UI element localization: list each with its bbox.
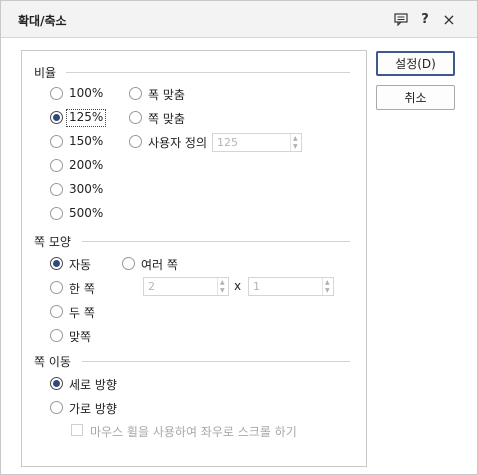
options-panel: 비율 100% 125% 150% 200% 300% 500% 폭 맞춤 쪽 … — [21, 50, 367, 467]
title-bar: 확대/축소 ? × — [1, 1, 477, 38]
ratio-300-radio[interactable] — [50, 183, 63, 196]
page-move-separator — [82, 361, 350, 362]
ratio-125-radio[interactable] — [50, 111, 63, 124]
page-columns-spinner[interactable]: 2 ▲ ▼ — [143, 277, 229, 296]
ratio-100-radio[interactable] — [50, 87, 63, 100]
page-shape-separator — [82, 241, 350, 242]
page-multi-radio[interactable] — [122, 257, 135, 270]
zoom-dialog: 확대/축소 ? × 비율 100% 125% 150% 200% 300% 50… — [0, 0, 478, 475]
custom-ratio-spinner[interactable]: 125 ▲ ▼ — [212, 133, 302, 152]
custom-ratio-value: 125 — [217, 136, 238, 149]
ratio-heading: 비율 — [34, 66, 57, 80]
ratio-500-label: 500% — [69, 206, 104, 220]
page-single-label: 한 쪽 — [69, 282, 95, 296]
ratio-200-radio[interactable] — [50, 159, 63, 172]
ratio-separator — [66, 72, 350, 73]
page-facing-label: 맞쪽 — [69, 330, 92, 344]
ratio-125-label: 125% — [69, 110, 104, 124]
page-multi-label: 여러 쪽 — [141, 258, 178, 272]
page-single-radio[interactable] — [50, 281, 63, 294]
fit-width-radio[interactable] — [129, 87, 142, 100]
ratio-200-label: 200% — [69, 158, 104, 172]
ratio-300-label: 300% — [69, 182, 104, 196]
vertical-scroll-label: 세로 방향 — [69, 378, 117, 392]
wheel-scroll-label: 마우스 휠을 사용하여 좌우로 스크롤 하기 — [90, 425, 297, 439]
page-shape-heading: 쪽 모양 — [34, 235, 71, 249]
page-two-radio[interactable] — [50, 305, 63, 318]
vertical-scroll-radio[interactable] — [50, 377, 63, 390]
ratio-100-label: 100% — [69, 86, 104, 100]
page-columns-value: 2 — [148, 280, 155, 293]
custom-ratio-spin-arrows[interactable]: ▲ ▼ — [290, 134, 301, 151]
ratio-150-radio[interactable] — [50, 135, 63, 148]
fit-page-label: 쪽 맞춤 — [148, 112, 185, 126]
page-auto-label: 자동 — [69, 258, 92, 272]
comment-icon[interactable] — [392, 10, 410, 28]
custom-ratio-radio[interactable] — [129, 135, 142, 148]
page-rows-value: 1 — [253, 280, 260, 293]
fit-page-radio[interactable] — [129, 111, 142, 124]
horizontal-scroll-radio[interactable] — [50, 401, 63, 414]
page-move-heading: 쪽 이동 — [34, 355, 71, 369]
ratio-150-label: 150% — [69, 134, 104, 148]
help-icon[interactable]: ? — [416, 10, 434, 28]
fit-width-label: 폭 맞춤 — [148, 88, 185, 102]
page-auto-radio[interactable] — [50, 257, 63, 270]
page-rows-spinner[interactable]: 1 ▲ ▼ — [248, 277, 334, 296]
ok-button[interactable]: 설정(D) — [376, 51, 455, 76]
cancel-button[interactable]: 취소 — [376, 85, 455, 110]
page-rows-spin-arrows[interactable]: ▲ ▼ — [322, 278, 333, 295]
page-facing-radio[interactable] — [50, 329, 63, 342]
page-two-label: 두 쪽 — [69, 306, 95, 320]
close-icon[interactable]: × — [440, 10, 458, 29]
times-sign: x — [234, 279, 242, 293]
custom-ratio-label: 사용자 정의 — [148, 136, 208, 150]
dialog-title: 확대/축소 — [18, 14, 67, 28]
horizontal-scroll-label: 가로 방향 — [69, 402, 117, 416]
ratio-500-radio[interactable] — [50, 207, 63, 220]
page-columns-spin-arrows[interactable]: ▲ ▼ — [217, 278, 228, 295]
wheel-scroll-checkbox[interactable] — [71, 424, 83, 436]
